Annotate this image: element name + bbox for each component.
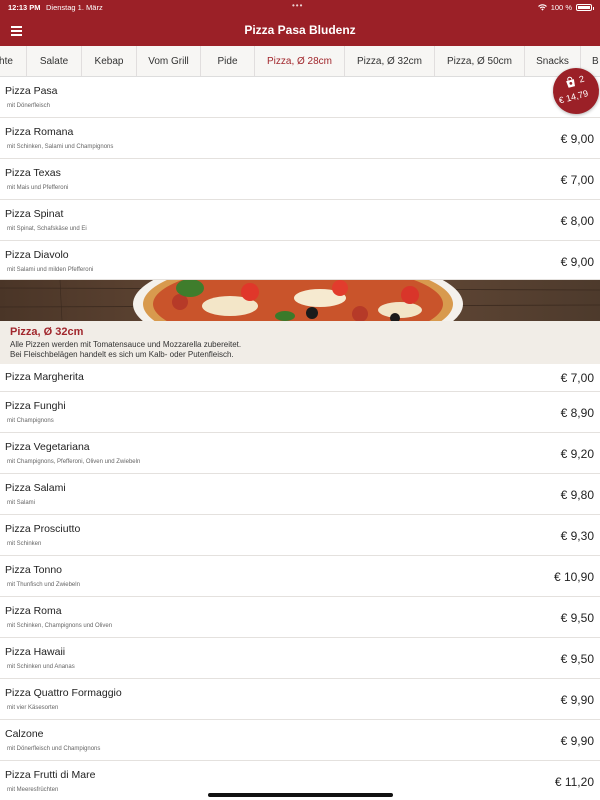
item-description: mit Thunfisch und Zwiebeln bbox=[7, 582, 80, 588]
item-name: Pizza Vegetariana bbox=[5, 441, 90, 453]
item-price: € 11,20 bbox=[554, 775, 594, 789]
menu-item-pizza-tonno[interactable]: Pizza Tonno mit Thunfisch und Zwiebeln €… bbox=[0, 556, 600, 597]
item-price: € 9,20 bbox=[560, 447, 594, 461]
item-name: Pizza Funghi bbox=[5, 400, 66, 412]
tab-previous-partial[interactable]: hte bbox=[0, 46, 27, 76]
menu-item-pizza-salami[interactable]: Pizza Salami mit Salami € 9,80 bbox=[0, 474, 600, 515]
app-title: Pizza Pasa Bludenz bbox=[244, 23, 356, 37]
item-name: Pizza Hawaii bbox=[5, 646, 66, 658]
item-description: mit Schinken und Ananas bbox=[7, 664, 75, 670]
tab-salate[interactable]: Salate bbox=[27, 46, 82, 76]
menu-item-pizza-roma[interactable]: Pizza Roma mit Schinken, Champignons und… bbox=[0, 597, 600, 638]
tab-pide[interactable]: Pide bbox=[201, 46, 255, 76]
tab-pizza-50cm[interactable]: Pizza, Ø 50cm bbox=[435, 46, 525, 76]
top-app-bar: 12:13 PM Dienstag 1. März ••• 100 % Pizz… bbox=[0, 0, 600, 46]
menu-item-pizza-funghi[interactable]: Pizza Funghi mit Champignons € 8,90 bbox=[0, 392, 600, 433]
category-description-line1: Alle Pizzen werden mit Tomatensauce und … bbox=[10, 340, 242, 349]
item-name: Pizza Texas bbox=[5, 167, 61, 179]
category-title: Pizza, Ø 32cm bbox=[10, 326, 84, 338]
tab-vom-grill[interactable]: Vom Grill bbox=[137, 46, 201, 76]
item-price: € 10,90 bbox=[553, 570, 594, 584]
item-name: Pizza Spinat bbox=[5, 208, 64, 220]
item-price: € 9,00 bbox=[560, 255, 594, 269]
category-description-line2: Bei Fleischbelägen handelt es sich um Ka… bbox=[10, 350, 234, 359]
item-description: mit Dönerfleisch und Champignons bbox=[7, 746, 101, 752]
item-description: mit Salami bbox=[7, 500, 36, 506]
item-name: Pizza Prosciutto bbox=[5, 523, 81, 535]
item-price: € 9,80 bbox=[560, 488, 594, 502]
pizza-photo-icon bbox=[0, 280, 600, 321]
category-tab-bar[interactable]: hte Salate Kebap Vom Grill Pide Pizza, Ø… bbox=[0, 46, 600, 77]
item-description: mit Champignons, Pfefferoni, Oliven und … bbox=[7, 459, 141, 465]
item-name: Calzone bbox=[5, 728, 44, 740]
multitasking-dots-icon[interactable]: ••• bbox=[292, 1, 303, 10]
item-description: mit Spinat, Schafskäse und Ei bbox=[7, 226, 87, 232]
item-description: mit vier Käsesorten bbox=[7, 705, 59, 711]
tab-pizza-32cm[interactable]: Pizza, Ø 32cm bbox=[345, 46, 435, 76]
shopping-bag-icon bbox=[566, 76, 575, 88]
item-price: € 8,00 bbox=[560, 214, 594, 228]
battery-percent: 100 % bbox=[550, 3, 572, 12]
item-price: € 8,90 bbox=[560, 406, 594, 420]
tab-pizza-28cm[interactable]: Pizza, Ø 28cm bbox=[255, 46, 345, 76]
menu-item-calzone[interactable]: Calzone mit Dönerfleisch und Champignons… bbox=[0, 720, 600, 761]
item-description: mit Champignons bbox=[7, 418, 54, 424]
pizza-banner-image bbox=[0, 280, 600, 321]
menu-item-pizza-romana[interactable]: Pizza Romana mit Schinken, Salami und Ch… bbox=[0, 118, 600, 159]
item-price: € 9,90 bbox=[560, 734, 594, 748]
cart-item-count: 2 bbox=[577, 73, 586, 85]
item-name: Pizza Diavolo bbox=[5, 249, 69, 261]
item-description: mit Schinken, Champignons und Oliven bbox=[7, 623, 113, 629]
item-description: mit Meeresfrüchten bbox=[7, 787, 59, 793]
menu-item-pizza-quattro-formaggio[interactable]: Pizza Quattro Formaggio mit vier Käsesor… bbox=[0, 679, 600, 720]
status-time: 12:13 PM bbox=[8, 3, 41, 12]
item-price: € 9,50 bbox=[560, 652, 594, 666]
menu-item-pizza-hawaii[interactable]: Pizza Hawaii mit Schinken und Ananas € 9… bbox=[0, 638, 600, 679]
wifi-icon bbox=[537, 4, 547, 11]
home-indicator[interactable] bbox=[208, 793, 393, 797]
menu-item-pizza-pasa[interactable]: Pizza Pasa mit Dönerfleisch bbox=[0, 77, 600, 118]
menu-item-pizza-diavolo[interactable]: Pizza Diavolo mit Salami und milden Pfef… bbox=[0, 241, 600, 280]
item-price: € 9,50 bbox=[560, 611, 594, 625]
status-indicators: 100 % bbox=[537, 3, 594, 12]
item-description: mit Schinken bbox=[7, 541, 42, 547]
item-name: Pizza Salami bbox=[5, 482, 66, 494]
tab-kebap[interactable]: Kebap bbox=[82, 46, 137, 76]
item-name: Pizza Quattro Formaggio bbox=[5, 687, 122, 699]
item-price: € 7,00 bbox=[560, 173, 594, 187]
item-description: mit Salami und milden Pfefferoni bbox=[7, 267, 94, 273]
menu-item-pizza-vegetariana[interactable]: Pizza Vegetariana mit Champignons, Pfeff… bbox=[0, 433, 600, 474]
item-description: mit Dönerfleisch bbox=[7, 103, 51, 109]
item-name: Pizza Romana bbox=[5, 126, 74, 138]
menu-item-pizza-prosciutto[interactable]: Pizza Prosciutto mit Schinken € 9,30 bbox=[0, 515, 600, 556]
item-name: Pizza Frutti di Mare bbox=[5, 769, 96, 781]
item-price: € 9,00 bbox=[560, 132, 594, 146]
item-price: € 9,30 bbox=[560, 529, 594, 543]
item-name: Pizza Roma bbox=[5, 605, 62, 617]
item-name: Pizza Pasa bbox=[5, 85, 58, 97]
status-date: Dienstag 1. März bbox=[46, 3, 103, 12]
item-name: Pizza Margherita bbox=[5, 371, 84, 383]
item-price: € 7,00 bbox=[560, 371, 594, 385]
menu-item-pizza-margherita[interactable]: Pizza Margherita € 7,00 bbox=[0, 364, 600, 392]
category-header-pizza-32cm: Pizza, Ø 32cm Alle Pizzen werden mit Tom… bbox=[0, 321, 600, 364]
cart-total-price: € 14,79 bbox=[557, 88, 590, 106]
item-price: € 9,90 bbox=[560, 693, 594, 707]
menu-item-pizza-texas[interactable]: Pizza Texas mit Mais und Pfefferoni € 7,… bbox=[0, 159, 600, 200]
item-description: mit Schinken, Salami und Champignons bbox=[7, 144, 114, 150]
menu-item-pizza-spinat[interactable]: Pizza Spinat mit Spinat, Schafskäse und … bbox=[0, 200, 600, 241]
battery-icon bbox=[576, 4, 594, 11]
item-description: mit Mais und Pfefferoni bbox=[7, 185, 69, 191]
item-name: Pizza Tonno bbox=[5, 564, 63, 576]
